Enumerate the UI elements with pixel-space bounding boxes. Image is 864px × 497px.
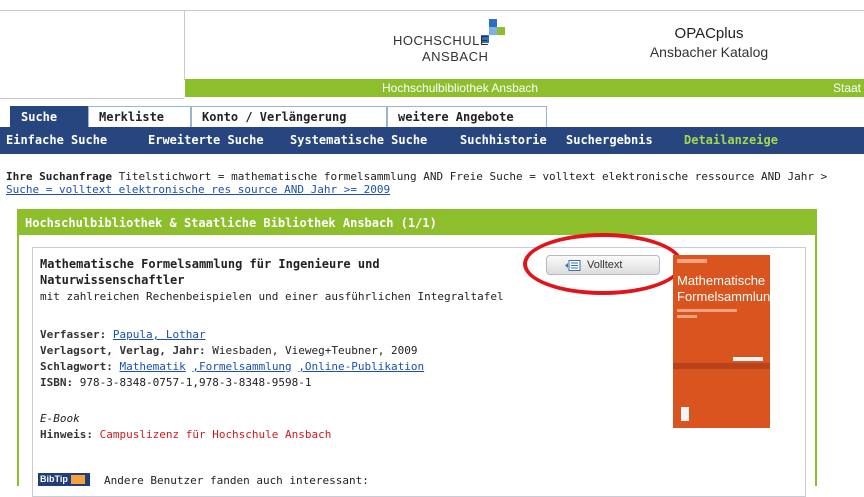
isbn-label: ISBN: bbox=[40, 376, 74, 389]
nav-systematische-suche[interactable]: Systematische Suche bbox=[290, 133, 427, 147]
app-branding: OPACplus Ansbacher Katalog bbox=[609, 25, 809, 60]
record-isbn: ISBN: 978-3-8348-0757-1,978-3-8348-9598-… bbox=[40, 376, 312, 389]
library-name: Hochschulbibliothek Ansbach bbox=[382, 81, 539, 95]
schlagwort-label: Schlagwort: bbox=[40, 360, 113, 373]
book-cover-image[interactable]: Mathematische Formelsammlung bbox=[673, 255, 770, 428]
record-schlagwort: Schlagwort: Mathematik ,Formelsammlung ,… bbox=[40, 360, 424, 373]
record-verfasser: Verfasser: Papula, Lothar bbox=[40, 328, 206, 341]
logo-line2: ANSBACH bbox=[422, 49, 489, 64]
bibtip-text: Andere Benutzer fanden auch interessant: bbox=[104, 474, 369, 487]
verfasser-label: Verfasser: bbox=[40, 328, 107, 341]
nav-suchergebnis[interactable]: Suchergebnis bbox=[566, 133, 653, 147]
app-subtitle: Ansbacher Katalog bbox=[649, 44, 769, 60]
cover-author-strip bbox=[677, 259, 707, 263]
logo-line1: HOCHSCHULE bbox=[393, 33, 490, 48]
query-text: Titelstichwort = mathematische formelsam… bbox=[118, 170, 828, 183]
record-subtitle: mit zahlreichen Rechenbeispielen und ein… bbox=[40, 290, 504, 303]
highlight-ring bbox=[523, 233, 683, 295]
hochschule-logo[interactable]: HOCHSCHULE ANSBACH bbox=[393, 19, 505, 71]
verlag-value: Wiesbaden, Vieweg+Teubner, 2009 bbox=[212, 344, 418, 357]
hinweis-value: Campuslizenz für Hochschule Ansbach bbox=[99, 428, 332, 441]
tab-suche[interactable]: Suche bbox=[10, 106, 88, 127]
hinweis-label: Hinweis: bbox=[40, 428, 93, 441]
record-hinweis: Hinweis: Campuslizenz für Hochschule Ans… bbox=[40, 428, 331, 441]
nav-detailanzeige[interactable]: Detailanzeige bbox=[684, 133, 778, 147]
cover-band bbox=[673, 363, 770, 369]
cover-publisher-mark bbox=[681, 407, 689, 421]
nav-suchhistorie[interactable]: Suchhistorie bbox=[460, 133, 547, 147]
bibtip-label: BibTip bbox=[40, 474, 68, 484]
nav-erweiterte-suche[interactable]: Erweiterte Suche bbox=[148, 133, 264, 147]
cover-subtitle-strip bbox=[677, 309, 737, 312]
cover-title-line2: Formelsammlung bbox=[677, 289, 770, 304]
header: HOCHSCHULE ANSBACH OPACplus Ansbacher Ka… bbox=[0, 0, 864, 99]
results-header: Hochschulbibliothek & Staatliche Bibliot… bbox=[19, 211, 815, 235]
cover-series-strip bbox=[733, 357, 763, 361]
schlagwort-link-online-publikation[interactable]: ,Online-Publikation bbox=[298, 360, 424, 373]
nav-einfache-suche[interactable]: Einfache Suche bbox=[6, 133, 107, 147]
isbn-value: 978-3-8348-0757-1,978-3-8348-9598-1 bbox=[79, 376, 312, 389]
cover-edition-strip bbox=[677, 315, 697, 318]
app-title: OPACplus bbox=[674, 25, 744, 42]
verfasser-link[interactable]: Papula, Lothar bbox=[113, 328, 206, 341]
main-tabs: Suche Merkliste Konto / Verlängerung wei… bbox=[0, 106, 864, 127]
verlag-label: Verlagsort, Verlag, Jahr: bbox=[40, 344, 206, 357]
tab-konto[interactable]: Konto / Verlängerung bbox=[191, 106, 387, 127]
schlagwort-link-formelsammlung[interactable]: ,Formelsammlung bbox=[192, 360, 291, 373]
record-title: Mathematische Formelsammlung für Ingenie… bbox=[40, 257, 380, 287]
record-verlag: Verlagsort, Verlag, Jahr: Wiesbaden, Vie… bbox=[40, 344, 418, 357]
library-staat: Staat bbox=[833, 81, 862, 95]
record-media-type: E-Book bbox=[40, 412, 80, 425]
bibtip-badge[interactable]: BibTip bbox=[38, 473, 90, 486]
library-bar: Hochschulbibliothek Ansbach Staat bbox=[185, 79, 864, 97]
cover-title-line1: Mathematische bbox=[677, 273, 766, 288]
query-link[interactable]: Suche = volltext elektronische res sourc… bbox=[6, 183, 390, 196]
bibtip-logo-icon bbox=[71, 475, 85, 484]
header-main-panel: HOCHSCHULE ANSBACH OPACplus Ansbacher Ka… bbox=[184, 10, 864, 80]
tab-weitere-angebote[interactable]: weitere Angebote bbox=[387, 106, 547, 127]
header-left-panel bbox=[0, 10, 184, 99]
query-label: Ihre Suchanfrage bbox=[6, 170, 112, 183]
tab-merkliste[interactable]: Merkliste bbox=[88, 106, 191, 127]
search-query: Ihre Suchanfrage Titelstichwort = mathem… bbox=[6, 170, 864, 196]
search-subnav: Einfache Suche Erweiterte Suche Systemat… bbox=[0, 127, 864, 154]
schlagwort-link-mathematik[interactable]: Mathematik bbox=[119, 360, 185, 373]
